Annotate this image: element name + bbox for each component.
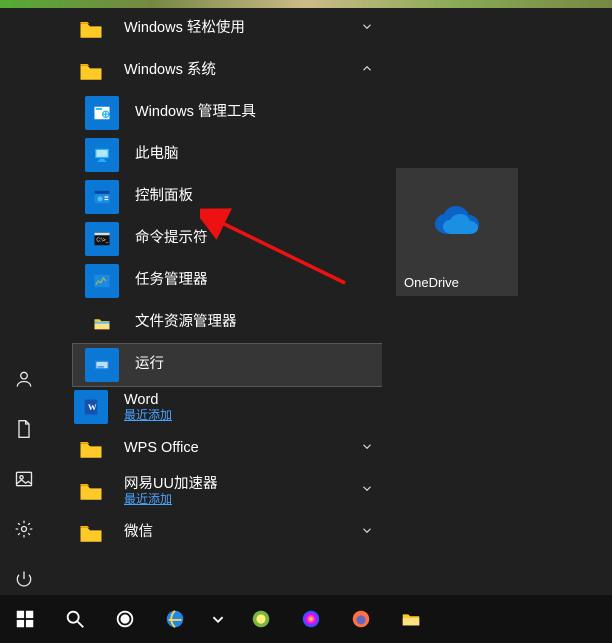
start-item-2[interactable]: Windows 管理工具	[73, 92, 382, 134]
folder-icon	[74, 474, 108, 508]
start-item-8[interactable]: 运行	[73, 344, 382, 386]
item-sublabel: 最近添加	[124, 409, 172, 422]
taskbar-edge-icon[interactable]	[202, 595, 234, 643]
power-icon[interactable]	[8, 563, 40, 595]
documents-icon[interactable]	[8, 413, 40, 445]
taskbar-explorer-icon[interactable]	[388, 595, 434, 643]
item-sublabel: 最近添加	[124, 493, 217, 506]
admintools-icon	[85, 96, 119, 130]
item-label: Windows 系统	[124, 62, 216, 79]
start-item-4[interactable]: 控制面板	[73, 176, 382, 218]
tile-label: OneDrive	[396, 275, 459, 290]
item-label: 此电脑	[135, 146, 179, 163]
item-label: 运行	[135, 356, 164, 373]
item-label: 网易UU加速器	[124, 476, 217, 493]
pictures-icon[interactable]	[8, 463, 40, 495]
item-label: 微信	[124, 524, 153, 541]
chevron-up-icon	[360, 62, 374, 81]
taskbar	[0, 595, 612, 643]
taskmanager-icon	[85, 264, 119, 298]
start-app-list: Windows 轻松使用 Windows 系统 Windows 管理工具此电脑控制面…	[62, 8, 382, 595]
start-menu: Windows 轻松使用 Windows 系统 Windows 管理工具此电脑控制面…	[0, 8, 612, 595]
start-item-10[interactable]: WPS Office	[62, 428, 382, 470]
svg-text:C:\>_: C:\>_	[96, 238, 108, 244]
taskbar-search-icon[interactable]	[52, 595, 98, 643]
folder-icon	[74, 12, 108, 46]
start-item-1[interactable]: Windows 系统	[62, 50, 382, 92]
chevron-down-icon	[360, 524, 374, 543]
controlpanel-icon	[85, 180, 119, 214]
chevron-down-icon	[360, 482, 374, 501]
chevron-down-icon	[360, 440, 374, 459]
user-icon[interactable]	[8, 363, 40, 395]
item-label: WPS Office	[124, 440, 199, 457]
item-label: 文件资源管理器	[135, 314, 237, 331]
item-label: 控制面板	[135, 188, 193, 205]
folder-icon	[74, 516, 108, 550]
thispc-icon	[85, 138, 119, 172]
folder-icon	[74, 432, 108, 466]
item-label: Word	[124, 392, 172, 409]
onedrive-icon	[430, 168, 484, 275]
start-item-5[interactable]: C:\>_ 命令提示符	[73, 218, 382, 260]
start-item-9[interactable]: W Word最近添加	[62, 386, 382, 428]
taskbar-360-icon[interactable]	[238, 595, 284, 643]
background-strip	[0, 0, 612, 8]
item-label: 命令提示符	[135, 230, 208, 247]
start-item-11[interactable]: 网易UU加速器最近添加	[62, 470, 382, 512]
taskbar-cortana-icon[interactable]	[102, 595, 148, 643]
cmd-icon: C:\>_	[85, 222, 119, 256]
item-label: Windows 轻松使用	[124, 20, 245, 37]
taskbar-start-button[interactable]	[2, 595, 48, 643]
start-rail	[0, 8, 48, 601]
settings-icon[interactable]	[8, 513, 40, 545]
item-label: Windows 管理工具	[135, 104, 256, 121]
start-item-3[interactable]: 此电脑	[73, 134, 382, 176]
start-item-6[interactable]: 任务管理器	[73, 260, 382, 302]
explorer-icon	[85, 306, 119, 340]
start-item-12[interactable]: 微信	[62, 512, 382, 554]
svg-text:W: W	[88, 402, 97, 412]
folder-icon	[74, 54, 108, 88]
tile-onedrive[interactable]: OneDrive	[396, 168, 518, 296]
taskbar-browser-icon[interactable]	[288, 595, 334, 643]
taskbar-ie-icon[interactable]	[152, 595, 198, 643]
item-label: 任务管理器	[135, 272, 208, 289]
chevron-down-icon	[360, 20, 374, 39]
taskbar-firefox-icon[interactable]	[338, 595, 384, 643]
start-item-0[interactable]: Windows 轻松使用	[62, 8, 382, 50]
start-item-7[interactable]: 文件资源管理器	[73, 302, 382, 344]
word-icon: W	[74, 390, 108, 424]
run-icon	[85, 348, 119, 382]
